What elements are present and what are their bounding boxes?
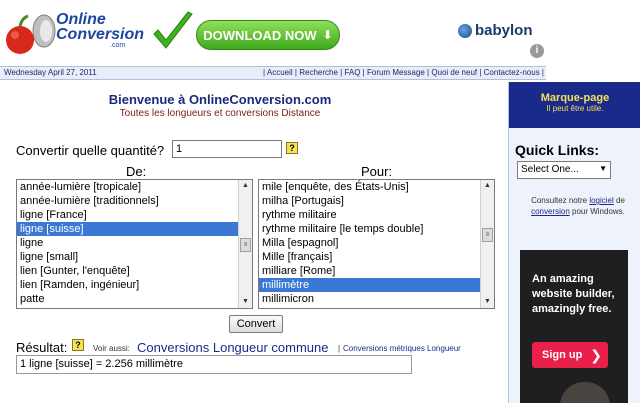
to-option[interactable]: rythme militaire — [259, 208, 494, 222]
quick-links-heading: Quick Links: — [515, 142, 600, 158]
download-arrow-icon: ⬇ — [322, 28, 333, 42]
see-also-label: Voir aussi: — [93, 344, 130, 353]
promo-text: pour Windows. — [569, 207, 625, 216]
babylon-label: babylon — [475, 22, 533, 39]
from-option[interactable]: ligne [suisse] — [17, 222, 252, 236]
bookmark-box[interactable]: Marque-page Il peut être utile. — [509, 82, 640, 128]
chevron-right-icon: ❯ — [590, 346, 602, 363]
site-logo[interactable]: Online Conversion .com — [4, 6, 144, 62]
ad-line-1: An amazing — [532, 273, 594, 285]
info-icon[interactable]: i — [530, 44, 544, 58]
ad-line-3: amazingly free. — [532, 303, 612, 315]
to-option[interactable]: milha [Portugais] — [259, 194, 494, 208]
help-icon[interactable]: ? — [286, 142, 298, 154]
current-date: Wednesday April 27, 2011 — [4, 68, 97, 77]
chevron-down-icon: ▼ — [599, 164, 607, 173]
to-option[interactable]: rythme militaire [le temps double] — [259, 222, 494, 236]
logo-line-2: Conversion — [56, 26, 145, 43]
quick-links-select[interactable]: Select One... ▼ — [517, 161, 611, 179]
babylon-globe-icon — [458, 23, 472, 38]
to-option[interactable]: milliare [Rome] — [259, 264, 494, 278]
to-option[interactable]: Milla [espagnol] — [259, 236, 494, 250]
ad-photo — [560, 382, 610, 403]
select-value: Select One... — [521, 164, 579, 175]
bookmark-subtitle: Il peut être utile. — [546, 104, 604, 113]
header: Online Conversion .com DOWNLOAD NOW ⬇ ba… — [0, 0, 640, 66]
to-option[interactable]: millimicron — [259, 292, 494, 306]
scroll-thumb[interactable]: ≡ — [482, 228, 493, 242]
help-icon[interactable]: ? — [72, 339, 84, 351]
from-option[interactable]: ligne — [17, 236, 252, 250]
from-option[interactable]: patte — [17, 292, 252, 306]
signup-label: Sign up — [542, 349, 583, 361]
apple-icon — [6, 14, 56, 54]
from-option[interactable]: année-lumière [tropicale] — [17, 180, 252, 194]
software-link[interactable]: logiciel — [589, 196, 613, 205]
promo-text: Consultez notre — [531, 196, 590, 205]
nav-link-quoi-de-neuf[interactable]: Quoi de neuf — [431, 68, 477, 77]
checkmark-icon — [153, 11, 193, 49]
from-option[interactable]: ligne [small] — [17, 250, 252, 264]
to-option[interactable]: Mille [français] — [259, 250, 494, 264]
to-scrollbar[interactable]: ▲ ≡ ▼ — [480, 180, 494, 308]
from-option[interactable]: lien [Gunter, l'enquête] — [17, 264, 252, 278]
nav-link-forum[interactable]: Forum Message — [367, 68, 425, 77]
ad-copy: An amazing website builder, amazingly fr… — [532, 272, 615, 317]
conversion-link[interactable]: conversion — [531, 207, 570, 216]
nav-link-accueil[interactable]: Accueil — [267, 68, 293, 77]
from-option[interactable]: lien [Ramden, ingénieur] — [17, 278, 252, 292]
metric-length-link[interactable]: Conversions métriques Longueur — [343, 344, 461, 353]
scroll-thumb[interactable]: ≡ — [240, 238, 251, 252]
nav-link-contact[interactable]: Contactez-nous — [484, 68, 540, 77]
to-label: Pour: — [361, 164, 393, 179]
to-unit-list[interactable]: mile [enquête, des États-Unis] milha [Por… — [258, 179, 495, 309]
from-unit-list[interactable]: année-lumière [tropicale] année-lumière [… — [16, 179, 253, 309]
from-option[interactable]: ligne [France] — [17, 208, 252, 222]
software-promo: Consultez notre logiciel de conversion p… — [517, 195, 639, 217]
ad-line-2: website builder, — [532, 288, 615, 300]
page-subtitle: Toutes les longueurs et conversions Dist… — [119, 108, 321, 119]
nav-link-recherche[interactable]: Recherche — [299, 68, 338, 77]
to-option[interactable]: mile [enquête, des États-Unis] — [259, 180, 494, 194]
scroll-up-icon[interactable]: ▲ — [239, 180, 252, 192]
result-label: Résultat: — [16, 340, 68, 355]
download-label: DOWNLOAD NOW — [203, 27, 317, 43]
advertisement[interactable]: An amazing website builder, amazingly fr… — [520, 250, 628, 403]
scroll-up-icon[interactable]: ▲ — [481, 180, 494, 192]
nav-links: | Accueil | Recherche | FAQ | Forum Mess… — [263, 68, 544, 77]
from-scrollbar[interactable]: ▲ ≡ ▼ — [238, 180, 252, 308]
signup-button[interactable]: Sign up ❯ — [532, 342, 608, 368]
download-now-button[interactable]: DOWNLOAD NOW ⬇ — [196, 20, 340, 50]
link-separator: | — [338, 344, 341, 353]
babylon-logo[interactable]: babylon — [458, 22, 533, 39]
logo-com: .com — [110, 42, 126, 49]
from-option[interactable]: année-lumière [traditionnels] — [17, 194, 252, 208]
nav-link-faq[interactable]: FAQ — [344, 68, 360, 77]
scroll-down-icon[interactable]: ▼ — [239, 296, 252, 308]
promo-text: de — [613, 196, 625, 205]
nav-bar: Wednesday April 27, 2011 | Accueil | Rec… — [0, 66, 546, 80]
result-output[interactable]: 1 ligne [suisse] = 2.256 millimètre — [16, 355, 412, 374]
to-option[interactable]: millimètre — [259, 278, 494, 292]
quantity-label: Convertir quelle quantité? — [16, 143, 165, 158]
quantity-input[interactable] — [172, 140, 282, 158]
from-label: De: — [126, 164, 147, 179]
bookmark-title: Marque-page — [540, 92, 610, 104]
page-title: Bienvenue à OnlineConversion.com — [108, 92, 332, 107]
convert-button[interactable]: Convert — [229, 315, 283, 333]
logo-text: Online Conversion — [56, 12, 145, 43]
common-length-link[interactable]: Conversions Longueur commune — [137, 340, 329, 355]
scroll-down-icon[interactable]: ▼ — [481, 296, 494, 308]
